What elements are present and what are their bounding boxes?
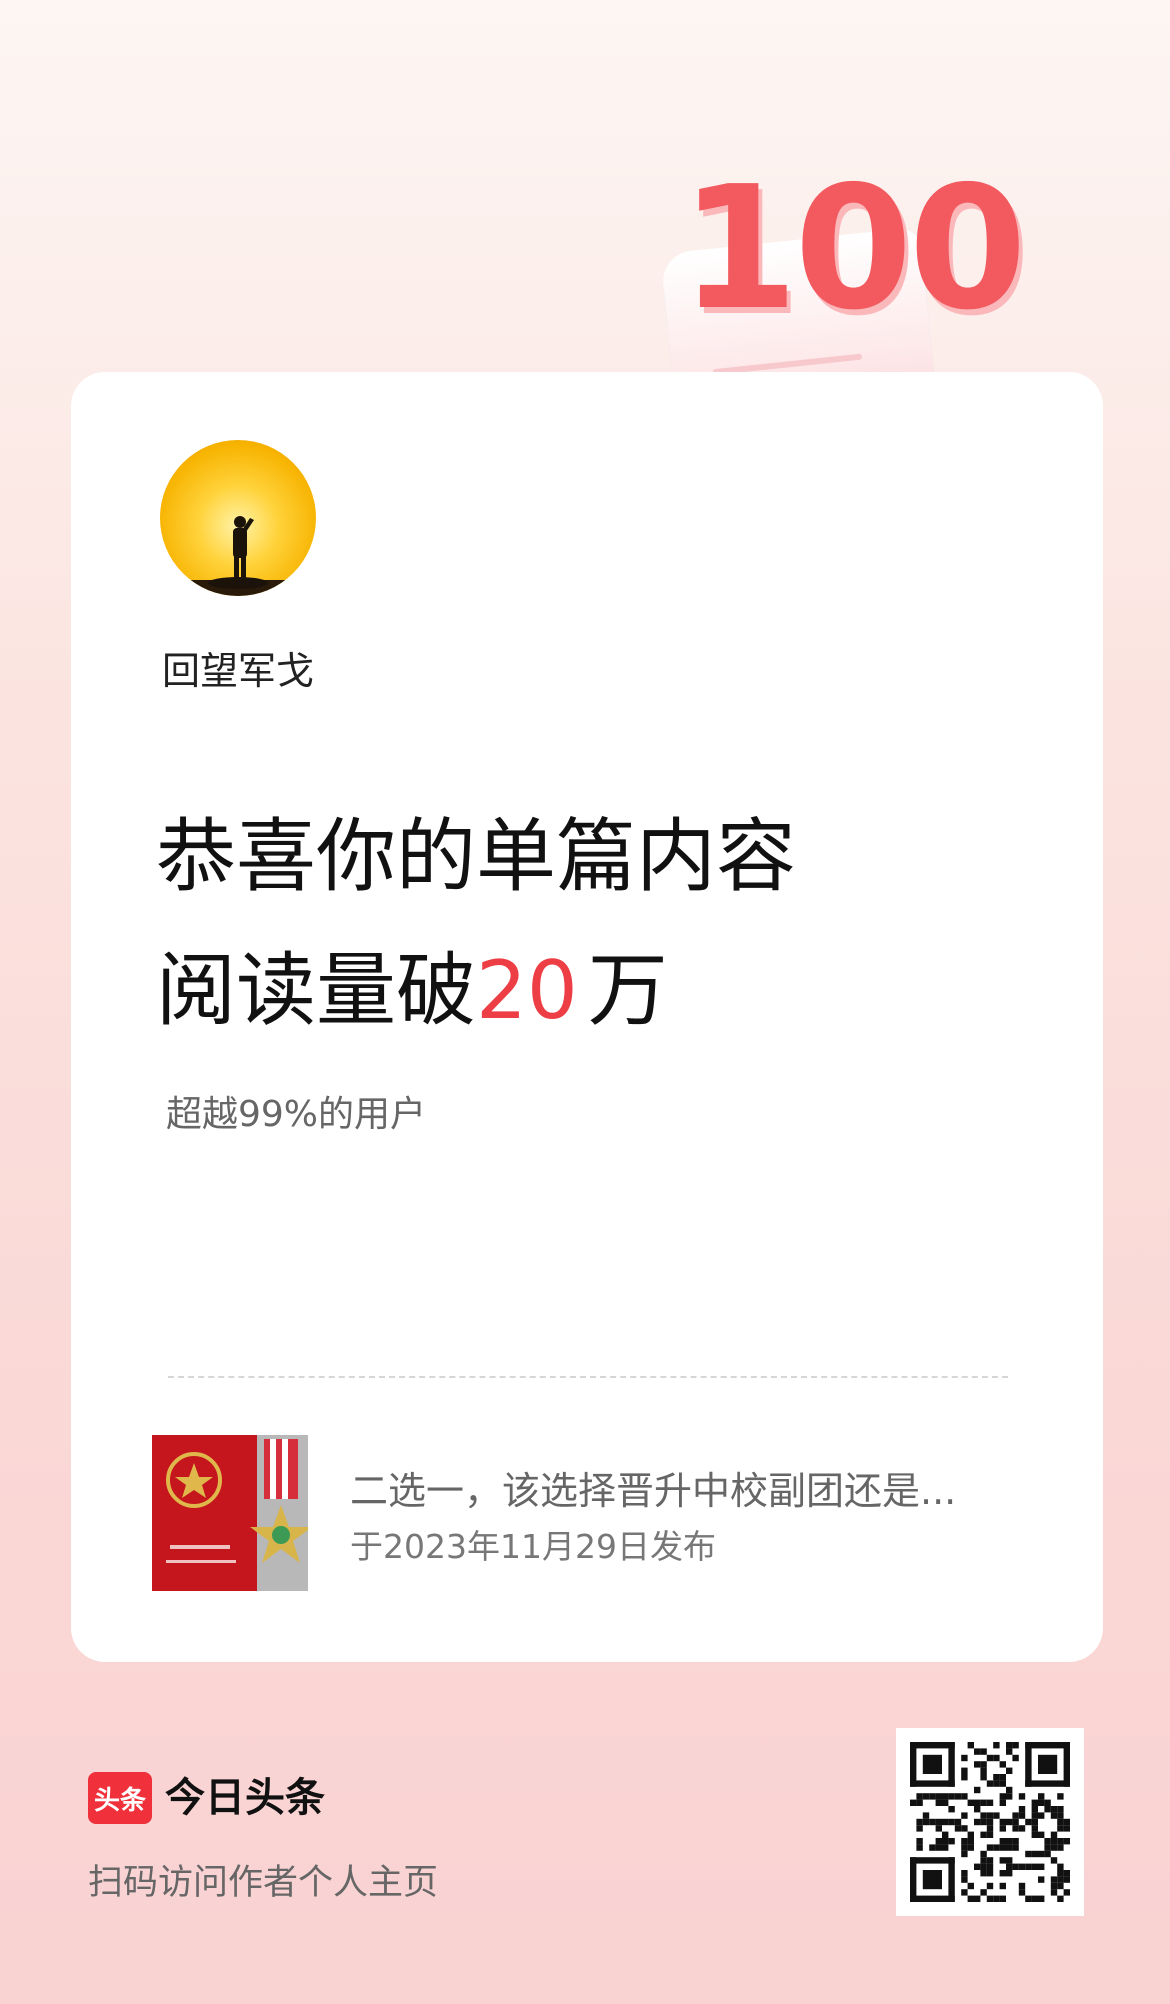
article-title[interactable]: 二选一，该选择晋升中校副团还是... — [350, 1460, 956, 1515]
percentile-subtitle: 超越99%的用户 — [166, 1094, 427, 1135]
article-thumbnail[interactable] — [152, 1435, 308, 1591]
headline-suffix: 万 — [587, 944, 668, 1037]
headline-line-1: 恭喜你的单篇内容 — [156, 810, 796, 903]
scan-instruction: 扫码访问作者个人主页 — [88, 1863, 439, 1903]
dashed-divider — [168, 1376, 1008, 1378]
qr-code[interactable] — [896, 1728, 1084, 1916]
headline: 恭喜你的单篇内容 阅读量破20 万 — [156, 790, 796, 1058]
read-count-highlight: 20 — [476, 944, 578, 1037]
avatar[interactable] — [160, 440, 316, 596]
milestone-number: 100 — [680, 150, 1027, 348]
article-date: 于2023年11月29日发布 — [350, 1527, 716, 1566]
headline-prefix: 阅读量破 — [156, 944, 476, 1037]
brand-name: 今日头条 — [165, 1775, 325, 1821]
headline-line-2: 阅读量破20 万 — [156, 924, 796, 1058]
toutiao-logo-icon: 头条 — [88, 1772, 152, 1824]
author-name[interactable]: 回望军戈 — [162, 640, 314, 695]
